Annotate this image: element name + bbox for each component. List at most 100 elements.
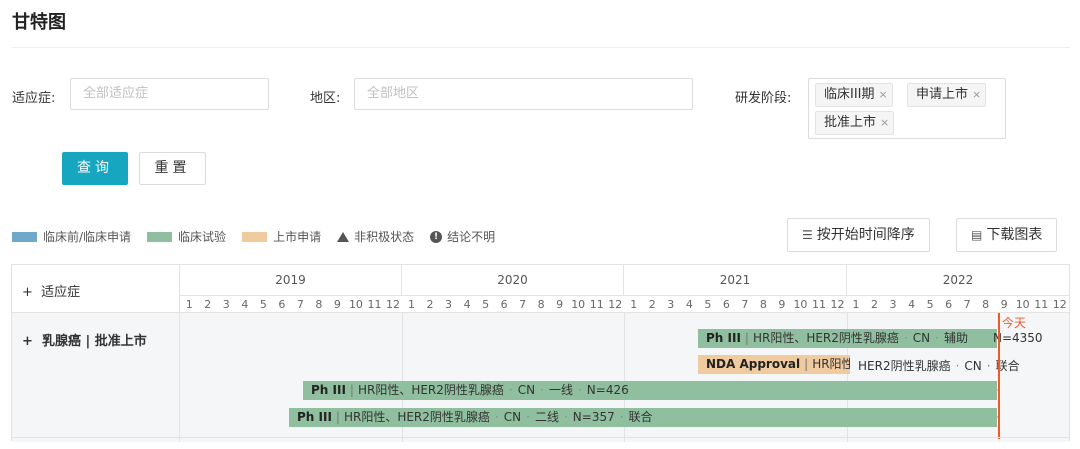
indication-placeholder: 全部适应症 — [83, 86, 149, 101]
sort-label: 按开始时间降序 — [816, 227, 915, 243]
month-label: 6 — [278, 298, 286, 311]
legend-swatch — [12, 231, 37, 242]
bar-phase: Ph III — [311, 383, 346, 397]
legend-swatch — [147, 231, 173, 242]
month-label: 8 — [537, 298, 545, 311]
bar-phase: Ph III — [297, 410, 332, 424]
today-label: 今天 — [1002, 316, 1027, 330]
year-header: 2020 — [402, 265, 624, 295]
month-label: 4 — [463, 298, 471, 311]
month-label: 9 — [333, 298, 341, 311]
month-label: 9 — [1000, 298, 1008, 311]
year-header: 2019 — [180, 265, 402, 295]
gantt-bar[interactable]: NDA Approval|HR阳性、HER2阴性乳腺癌 — [698, 355, 850, 374]
month-label: 1 — [630, 298, 638, 311]
close-icon[interactable]: × — [879, 88, 888, 101]
legend-swatch — [242, 231, 268, 242]
bar-n: N=426 — [586, 383, 629, 397]
expand-icon[interactable]: + — [22, 285, 33, 300]
month-header-row: 1 2 3 4 5 6 7 8 9 10 11 12 1 2 3 4 5 6 7 8 9 10 11 12 1 2 3 4 5 6 7 8 9 1… — [180, 295, 1069, 313]
gantt-bar[interactable]: Ph III | HR阳性、HER2阴性乳腺癌 · CN · 一线 · N=426 — [303, 381, 997, 400]
month-label: 11 — [811, 298, 826, 311]
stage-tag-approved: 批准上市 × — [815, 111, 895, 135]
bar-arrow — [990, 381, 998, 399]
gantt-bottom-border — [12, 437, 1069, 438]
month-label: 11 — [1034, 298, 1049, 311]
month-label: 9 — [778, 298, 786, 311]
reset-button[interactable]: 重置 — [139, 152, 206, 185]
close-icon[interactable]: × — [880, 116, 889, 129]
year-header: 2022 — [942, 273, 974, 287]
bar-line: 一线 — [548, 383, 573, 397]
gantt-row-header: + 适应症 — [12, 265, 180, 313]
download-chart-button[interactable]: ▤ 下载图表 — [956, 218, 1058, 252]
bar-text-tail: HER2阴性乳腺癌 — [858, 359, 951, 373]
exclamation-circle-icon: ! — [430, 230, 443, 243]
gantt-bar[interactable]: Ph III | HR阳性、HER2阴性乳腺癌 · CN · 二线 · N=357 · 联合 — [289, 408, 997, 427]
stage-multiselect[interactable]: 临床III期 × 申请上市 × 批准上市 × — [808, 78, 1006, 139]
month-label: 3 — [222, 298, 230, 311]
stage-tag-nda: 申请上市 × — [907, 83, 987, 107]
bar-arrow — [990, 408, 998, 426]
sort-by-start-button[interactable]: ☰ 按开始时间降序 — [787, 218, 930, 252]
stage-tag-label: 申请上市 — [916, 87, 969, 102]
legend-label: 结论不明 — [447, 230, 496, 244]
month-label: 3 — [445, 298, 453, 311]
indication-select[interactable]: 全部适应症 — [70, 78, 269, 110]
month-label: 2 — [871, 298, 879, 311]
bar-n: N=357 — [572, 410, 615, 424]
expand-icon[interactable]: + — [22, 334, 33, 349]
region-select[interactable]: 全部地区 — [354, 78, 693, 110]
region-placeholder: 全部地区 — [367, 86, 420, 101]
month-label: 11 — [367, 298, 382, 311]
bar-line: 二线 — [534, 410, 559, 424]
month-label: 5 — [259, 298, 267, 311]
month-label: 7 — [963, 298, 971, 311]
bar-region: CN — [517, 383, 536, 397]
month-label: 7 — [519, 298, 527, 311]
sort-desc-icon: ☰ — [802, 228, 813, 242]
bar-line: 辅助 — [943, 331, 968, 345]
today-marker — [998, 313, 1000, 439]
bar-phase: Ph III — [706, 331, 741, 345]
download-icon: ▤ — [971, 228, 983, 242]
month-label: 6 — [945, 298, 953, 311]
year-header: 2021 — [624, 265, 847, 295]
month-label: 2 — [648, 298, 656, 311]
bar-overflow-text: HER2阴性乳腺癌 · CN · 联合 — [858, 359, 1020, 373]
legend-label: 非积极状态 — [354, 230, 415, 244]
bar-region: CN — [503, 410, 522, 424]
close-icon[interactable]: × — [972, 88, 981, 101]
month-label: 9 — [556, 298, 564, 311]
bar-phase: NDA Approval — [706, 357, 801, 371]
group-label[interactable]: + 乳腺癌 | 批准上市 — [22, 330, 147, 349]
download-label: 下载图表 — [986, 227, 1043, 243]
month-label: 5 — [482, 298, 490, 311]
row-header-label: 适应症 — [41, 285, 81, 300]
page-title: 甘特图 — [12, 12, 66, 33]
group-row-header[interactable]: + 乳腺癌 | 批准上市 — [12, 313, 180, 442]
month-label: 10 — [571, 298, 586, 311]
month-label: 2 — [204, 298, 212, 311]
region-label: 地区: — [310, 91, 341, 106]
month-label: 10 — [793, 298, 808, 311]
month-label: 12 — [385, 298, 400, 311]
month-label: 7 — [296, 298, 304, 311]
row-header[interactable]: + 适应症 — [22, 281, 80, 300]
bar-extra: 联合 — [628, 410, 653, 424]
month-label: 5 — [926, 298, 934, 311]
legend-item-nda: 上市申请 — [242, 228, 321, 245]
bar-text: HR阳性、HER2阴性乳腺癌 — [812, 357, 850, 371]
month-label: 6 — [722, 298, 730, 311]
month-label: 11 — [589, 298, 604, 311]
month-label: 8 — [315, 298, 323, 311]
month-label: 6 — [500, 298, 508, 311]
search-button[interactable]: 查询 — [62, 152, 128, 185]
month-label: 4 — [241, 298, 249, 311]
gantt-bar[interactable]: Ph III | HR阳性、HER2阴性乳腺癌 · CN · 辅助 — [698, 329, 997, 348]
legend-item-unclear: ! 结论不明 — [430, 228, 495, 245]
month-label: 4 — [908, 298, 916, 311]
legend-label: 临床试验 — [178, 230, 227, 244]
indication-label: 适应症: — [12, 91, 56, 106]
title-divider — [12, 47, 1070, 48]
